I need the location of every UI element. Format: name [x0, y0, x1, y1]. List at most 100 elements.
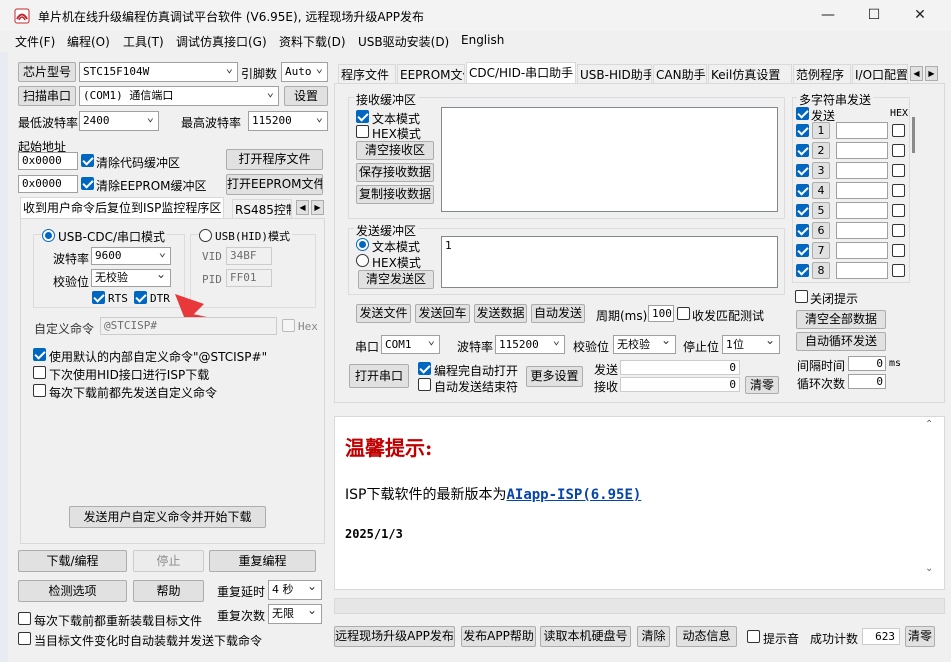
- usb-hid-radio[interactable]: [199, 229, 212, 242]
- match-test-checkbox[interactable]: [677, 307, 690, 320]
- stop-bits-select[interactable]: 1位: [722, 335, 780, 354]
- auto-send-button[interactable]: 自动发送: [531, 304, 585, 323]
- chip-type-button[interactable]: 芯片型号: [18, 62, 76, 82]
- min-baud-select[interactable]: 2400: [79, 111, 159, 131]
- multi-row-hex-checkbox[interactable]: [892, 144, 905, 157]
- multi-row-hex-checkbox[interactable]: [892, 164, 905, 177]
- tip-scroll-down-icon[interactable]: ⌄: [925, 563, 933, 574]
- multi-row-input[interactable]: [836, 162, 888, 179]
- maximize-button[interactable]: ☐: [851, 0, 897, 31]
- menu-usb-driver[interactable]: USB驱动安装(D): [358, 33, 449, 50]
- check-options-button[interactable]: 检测选项: [18, 580, 127, 602]
- multi-row-input[interactable]: [836, 222, 888, 239]
- multi-scrollbar[interactable]: [912, 117, 915, 153]
- usb-cdc-radio[interactable]: [42, 229, 55, 242]
- multi-row-send-checkbox[interactable]: [796, 144, 809, 157]
- recv-hex-mode-checkbox[interactable]: [356, 125, 369, 138]
- menu-file[interactable]: 文件(F): [15, 33, 55, 50]
- open-after-program-checkbox[interactable]: [418, 362, 431, 375]
- menu-download[interactable]: 资料下载(D): [279, 33, 346, 50]
- right-parity-select[interactable]: 无校验: [613, 335, 676, 354]
- tab-scroll-left-icon[interactable]: ◀: [296, 200, 309, 215]
- read-disk-button[interactable]: 读取本机硬盘号: [540, 626, 631, 647]
- parity-select[interactable]: 无校验: [91, 269, 171, 287]
- multi-row-input[interactable]: [836, 182, 888, 199]
- download-button[interactable]: 下载/编程: [18, 550, 127, 572]
- loop-count-field[interactable]: 0: [848, 374, 886, 389]
- send-custom-first-checkbox[interactable]: [33, 384, 46, 397]
- use-default-cmd-checkbox[interactable]: [33, 348, 46, 361]
- multi-row-button[interactable]: 1: [812, 122, 830, 139]
- menu-english[interactable]: English: [461, 33, 504, 47]
- more-settings-button[interactable]: 更多设置: [526, 366, 583, 387]
- port-select[interactable]: (COM1) 通信端口: [79, 86, 279, 106]
- multi-row-hex-checkbox[interactable]: [892, 224, 905, 237]
- dtr-checkbox[interactable]: [134, 291, 147, 304]
- clear-counters-button[interactable]: 清零: [745, 376, 779, 394]
- right-tab-scroll-right-icon[interactable]: ▶: [925, 66, 938, 81]
- multi-row-button[interactable]: 3: [812, 162, 830, 179]
- baud-select[interactable]: 9600: [91, 247, 171, 265]
- menu-program[interactable]: 编程(O): [67, 33, 110, 50]
- multi-row-hex-checkbox[interactable]: [892, 264, 905, 277]
- multi-row-input[interactable]: [836, 242, 888, 259]
- multi-row-input[interactable]: [836, 262, 888, 279]
- multi-row-send-checkbox[interactable]: [796, 264, 809, 277]
- interval-field[interactable]: 0: [848, 356, 886, 371]
- beep-checkbox[interactable]: [747, 630, 760, 643]
- open-port-button[interactable]: 打开串口: [349, 364, 409, 388]
- multi-row-send-checkbox[interactable]: [796, 224, 809, 237]
- multi-send-all-checkbox[interactable]: [796, 107, 809, 120]
- multi-row-hex-checkbox[interactable]: [892, 184, 905, 197]
- clear-button[interactable]: 清除: [637, 626, 670, 647]
- copy-recv-button[interactable]: 复制接收数据: [356, 185, 434, 204]
- multi-row-button[interactable]: 5: [812, 202, 830, 219]
- save-recv-button[interactable]: 保存接收数据: [356, 163, 434, 182]
- pins-select[interactable]: Auto: [281, 62, 328, 82]
- open-program-file-button[interactable]: 打开程序文件: [226, 149, 323, 170]
- multi-row-hex-checkbox[interactable]: [892, 204, 905, 217]
- clear-recv-button[interactable]: 清空接收区: [356, 141, 434, 160]
- tip-link[interactable]: AIapp-ISP(6.95E): [506, 487, 641, 503]
- settings-button[interactable]: 设置: [284, 86, 328, 106]
- animation-info-button[interactable]: 动态信息: [676, 626, 737, 647]
- rts-checkbox[interactable]: [92, 291, 105, 304]
- multi-row-button[interactable]: 7: [812, 242, 830, 259]
- clear-eeprom-checkbox[interactable]: [81, 177, 94, 190]
- auto-end-checkbox[interactable]: [418, 378, 431, 391]
- send-custom-cmd-button[interactable]: 发送用户自定义命令并开始下载: [69, 506, 266, 528]
- clear-all-data-button[interactable]: 清空全部数据: [796, 310, 886, 329]
- send-text-mode-radio[interactable]: [356, 238, 369, 251]
- multi-row-send-checkbox[interactable]: [796, 164, 809, 177]
- auto-loop-send-button[interactable]: 自动循环发送: [796, 332, 886, 351]
- multi-row-send-checkbox[interactable]: [796, 244, 809, 257]
- clear-success-button[interactable]: 清零: [905, 626, 935, 647]
- eeprom-start-address-field[interactable]: 0x0000: [18, 175, 78, 193]
- minimize-button[interactable]: —: [805, 0, 851, 31]
- close-button[interactable]: ✕: [897, 0, 943, 31]
- multi-row-hex-checkbox[interactable]: [892, 244, 905, 257]
- tab-eeprom-file[interactable]: EEPROM文件: [397, 64, 465, 83]
- scan-port-button[interactable]: 扫描串口: [18, 86, 76, 106]
- multi-row-input[interactable]: [836, 202, 888, 219]
- multi-row-send-checkbox[interactable]: [796, 204, 809, 217]
- chip-type-select[interactable]: STC15F104W: [79, 62, 238, 82]
- reprogram-button[interactable]: 重复编程: [209, 550, 316, 572]
- autoload-checkbox[interactable]: [18, 632, 31, 645]
- menu-tools[interactable]: 工具(T): [123, 33, 164, 50]
- multi-row-input[interactable]: [836, 122, 888, 139]
- repeat-delay-select[interactable]: 4 秒: [268, 580, 322, 600]
- remote-upgrade-button[interactable]: 远程现场升级APP发布: [334, 626, 455, 647]
- publish-help-button[interactable]: 发布APP帮助: [461, 626, 536, 647]
- max-baud-select[interactable]: 115200: [248, 111, 328, 131]
- tab-rs485[interactable]: RS485控制: [232, 199, 292, 218]
- menu-debug[interactable]: 调试仿真接口(G): [176, 33, 267, 50]
- tab-serial-assistant[interactable]: CDC/HID-串口助手: [466, 62, 576, 84]
- repeat-count-select[interactable]: 无限: [268, 604, 322, 624]
- multi-row-hex-checkbox[interactable]: [892, 124, 905, 137]
- tab-io-config[interactable]: I/O口配置: [852, 64, 908, 83]
- tab-program-file[interactable]: 程序文件: [338, 64, 396, 83]
- recv-textarea[interactable]: [441, 107, 778, 212]
- multi-row-button[interactable]: 6: [812, 222, 830, 239]
- tip-scroll-up-icon[interactable]: ⌃: [925, 419, 933, 430]
